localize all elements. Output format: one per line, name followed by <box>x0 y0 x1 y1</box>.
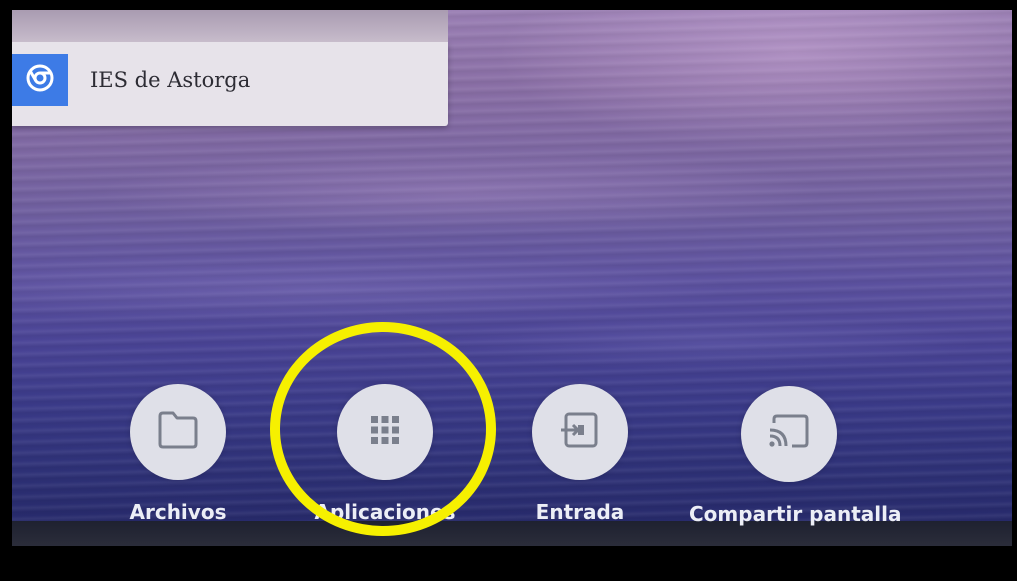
dock-item-archivos[interactable]: Archivos <box>78 384 278 524</box>
compartir-pantalla-button[interactable] <box>741 386 837 482</box>
input-icon <box>558 410 602 454</box>
aplicaciones-button[interactable] <box>337 384 433 480</box>
entrada-button[interactable] <box>532 384 628 480</box>
photo-frame: IES de Astorga Archivos Aplicaciones Ent… <box>0 0 1017 581</box>
tile-top-band <box>12 10 448 42</box>
dock-label-entrada: Entrada <box>535 500 625 524</box>
folder-icon <box>155 410 201 454</box>
recent-app-tile[interactable]: IES de Astorga <box>12 10 448 126</box>
tile-title: IES de Astorga <box>90 68 251 92</box>
dock-item-aplicaciones[interactable]: Aplicaciones <box>285 384 485 524</box>
apps-grid-icon <box>369 414 401 450</box>
dock-item-entrada[interactable]: Entrada <box>480 384 680 524</box>
chrome-icon <box>26 64 54 96</box>
dock-label-aplicaciones: Aplicaciones <box>314 500 456 524</box>
chrome-badge <box>12 54 68 106</box>
dock-item-compartir-pantalla[interactable]: Compartir pantalla <box>689 386 902 526</box>
dock-label-archivos: Archivos <box>129 500 227 524</box>
dock-label-compartir-pantalla: Compartir pantalla <box>689 502 902 526</box>
archivos-button[interactable] <box>130 384 226 480</box>
cast-icon <box>766 413 812 455</box>
